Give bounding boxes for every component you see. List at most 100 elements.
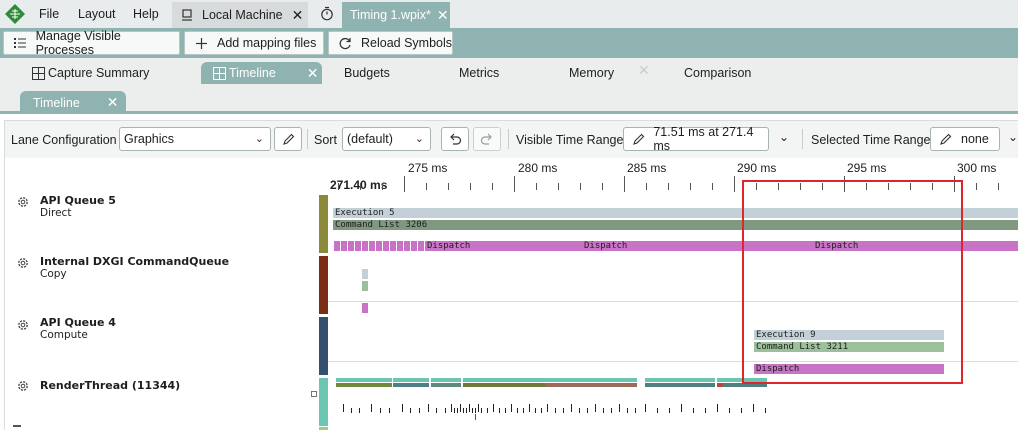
- render-sample-mark: [603, 408, 604, 413]
- dispatch-bar[interactable]: [369, 241, 375, 251]
- render-sample-mark: [359, 408, 360, 413]
- gear-icon[interactable]: [16, 318, 30, 332]
- close-icon[interactable]: ✕: [437, 7, 449, 24]
- dispatch-bar[interactable]: Dispatch: [425, 241, 583, 251]
- render-sample-mark: [705, 408, 706, 413]
- tab-local-machine[interactable]: Local Machine ✕: [172, 2, 308, 28]
- render-sample-mark: [535, 408, 536, 413]
- subtab-timeline[interactable]: Timeline ✕: [20, 91, 126, 114]
- menu-file[interactable]: File: [39, 7, 59, 21]
- lane-color-stripe: [319, 195, 328, 253]
- separator: [802, 129, 803, 149]
- render-event-bar[interactable]: [431, 378, 461, 382]
- lane-name: API Queue 5: [40, 194, 116, 207]
- render-sample-mark: [717, 404, 718, 412]
- dispatch-bar[interactable]: [376, 241, 382, 251]
- plus-icon: [193, 35, 209, 51]
- menu-layout[interactable]: Layout: [78, 7, 116, 21]
- tab-metrics[interactable]: Metrics: [459, 62, 499, 84]
- lane-color-stripe: [319, 256, 328, 314]
- lane-configuration-value: Graphics: [124, 132, 175, 146]
- tab-timeline[interactable]: Timeline ✕: [201, 62, 322, 84]
- render-event-bar[interactable]: [336, 378, 392, 382]
- dispatch-bar[interactable]: [355, 241, 361, 251]
- tab-timing[interactable]: Timing 1.wpix* ✕: [342, 2, 450, 28]
- ruler-tick: [602, 183, 603, 190]
- undo-button[interactable]: [441, 127, 469, 151]
- render-event-bar[interactable]: [393, 383, 429, 387]
- tick-label: 280 ms: [518, 161, 558, 175]
- render-sample-mark: [547, 404, 548, 412]
- render-sample-mark: [681, 404, 682, 412]
- dispatch-bar[interactable]: [334, 241, 340, 251]
- render-sample-mark: [469, 404, 470, 412]
- dispatch-bar[interactable]: [390, 241, 396, 251]
- refresh-icon: [337, 35, 353, 51]
- command-list-bar[interactable]: [362, 281, 368, 291]
- grid-icon: [32, 66, 45, 80]
- reload-symbols-button[interactable]: Reload Symbols: [328, 31, 453, 55]
- render-sample-mark: [410, 408, 411, 413]
- dispatch-bar[interactable]: [411, 241, 417, 251]
- menu-help[interactable]: Help: [133, 7, 159, 21]
- add-mapping-files-button[interactable]: Add mapping files: [184, 31, 324, 55]
- render-event-bar[interactable]: [431, 383, 461, 387]
- lane-configuration-label: Lane Configuration: [11, 133, 117, 147]
- dispatch-bar[interactable]: [362, 241, 368, 251]
- sub-tabs: Timeline ✕: [0, 86, 1018, 114]
- close-icon[interactable]: ✕: [307, 65, 319, 82]
- render-event-bar[interactable]: [393, 378, 429, 382]
- render-sample-mark: [481, 408, 482, 413]
- lane-name: API Queue 4: [40, 316, 116, 329]
- sort-select[interactable]: (default) ⌄: [342, 127, 431, 151]
- visible-time-range-value: 71.51 ms at 271.4 ms: [653, 125, 754, 153]
- visible-time-range-field[interactable]: 71.51 ms at 271.4 ms: [623, 125, 769, 153]
- render-sample-mark: [472, 408, 473, 413]
- render-sample-mark: [523, 408, 524, 413]
- render-event-bar[interactable]: [645, 383, 715, 387]
- render-event-bar[interactable]: [463, 378, 545, 382]
- execution-bar[interactable]: [362, 269, 368, 279]
- tab-capture-summary[interactable]: Capture Summary: [32, 62, 149, 84]
- dispatch-bar[interactable]: [362, 303, 368, 313]
- chevron-down-icon[interactable]: ⌄: [1008, 130, 1018, 144]
- close-icon[interactable]: ✕: [292, 7, 304, 24]
- ruler-tick: [338, 183, 339, 190]
- redo-button[interactable]: [473, 127, 501, 151]
- edit-lane-config-button[interactable]: [274, 127, 302, 151]
- lane-checkbox[interactable]: [311, 391, 317, 397]
- lane-configuration-select[interactable]: Graphics ⌄: [119, 127, 271, 151]
- dispatch-bar[interactable]: [348, 241, 354, 251]
- render-event-bar[interactable]: [336, 383, 392, 387]
- render-event-bar[interactable]: [463, 383, 545, 387]
- gear-icon[interactable]: [16, 379, 30, 393]
- render-event-bar[interactable]: [545, 378, 637, 382]
- render-sample-mark: [529, 404, 530, 412]
- title-bar: File Layout Help Local Machine ✕ Timing …: [0, 0, 1018, 28]
- selection-highlight: [742, 180, 963, 384]
- close-icon[interactable]: ✕: [107, 94, 119, 111]
- render-event-bar[interactable]: [645, 378, 715, 382]
- chevron-down-icon[interactable]: ⌄: [779, 130, 789, 144]
- tab-budgets[interactable]: Budgets: [344, 62, 390, 84]
- render-event-bar[interactable]: [545, 383, 637, 387]
- ruler-tick: [558, 183, 559, 190]
- pencil-icon: [632, 133, 645, 146]
- ruler-tick: [712, 183, 713, 190]
- dispatch-bar[interactable]: [397, 241, 403, 251]
- manage-visible-processes-button[interactable]: Manage Visible Processes: [3, 29, 180, 57]
- tick-label: 295 ms: [847, 161, 887, 175]
- selected-time-range-field[interactable]: none: [930, 127, 1000, 151]
- render-sample-mark: [454, 408, 455, 413]
- gear-icon[interactable]: [16, 195, 30, 209]
- dispatch-bar[interactable]: [341, 241, 347, 251]
- execution-label: Execution 5: [335, 208, 395, 218]
- tab-comparison[interactable]: Comparison: [684, 62, 751, 84]
- dispatch-bar[interactable]: [418, 241, 424, 251]
- tab-memory[interactable]: Memory: [569, 62, 614, 84]
- close-icon[interactable]: ✕: [638, 62, 650, 79]
- gear-icon[interactable]: [16, 256, 30, 270]
- render-sample-mark: [619, 404, 620, 412]
- dispatch-bar[interactable]: [404, 241, 410, 251]
- dispatch-bar[interactable]: [383, 241, 389, 251]
